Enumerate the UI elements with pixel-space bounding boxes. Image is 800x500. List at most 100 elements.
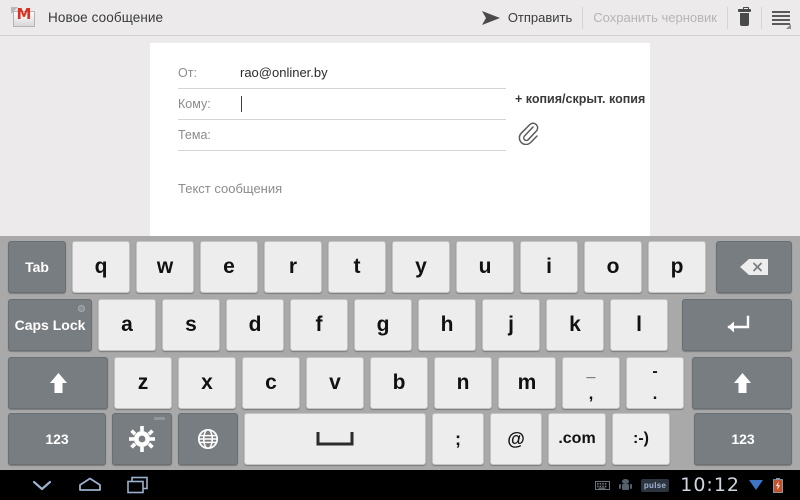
key-m[interactable]: m	[498, 357, 556, 409]
key-u[interactable]: u	[456, 241, 514, 293]
key-123[interactable]: 123	[8, 413, 106, 465]
key-v[interactable]: v	[306, 357, 364, 409]
key-com[interactable]: .com	[548, 413, 606, 465]
action-bar-actions: Отправить Сохранить черновик	[471, 0, 800, 36]
tablet-screen: M Новое сообщение Отправить Сохранить че…	[0, 0, 800, 500]
key-123[interactable]: 123	[694, 413, 792, 465]
nav-button-group	[18, 470, 162, 500]
key-shift[interactable]	[8, 357, 108, 409]
recents-icon	[127, 476, 148, 494]
key-y[interactable]: y	[392, 241, 450, 293]
send-icon	[481, 10, 500, 25]
save-draft-button[interactable]: Сохранить черновик	[583, 0, 727, 36]
key-z[interactable]: z	[114, 357, 172, 409]
key-dual-labels: -.	[652, 363, 658, 403]
key-label: r	[288, 255, 298, 278]
key-s[interactable]: s	[162, 299, 220, 351]
home-button[interactable]	[66, 470, 114, 500]
body-placeholder[interactable]: Текст сообщения	[178, 181, 282, 196]
home-icon	[79, 477, 101, 491]
gmail-m-glyph: M	[16, 4, 32, 23]
key-label: g	[376, 313, 390, 336]
key-[interactable]: ;	[432, 413, 484, 465]
key-o[interactable]: o	[584, 241, 642, 293]
to-label: Кому:	[178, 96, 211, 111]
key-label: p	[670, 255, 684, 278]
key-w[interactable]: w	[136, 241, 194, 293]
key-t[interactable]: t	[328, 241, 386, 293]
key-x[interactable]: x	[178, 357, 236, 409]
key-gear[interactable]	[112, 413, 172, 465]
key-label: q	[94, 255, 108, 278]
key-space[interactable]	[244, 413, 426, 465]
discard-button[interactable]	[728, 0, 761, 36]
key-h[interactable]: h	[418, 299, 476, 351]
key-[interactable]: :-)	[612, 413, 670, 465]
key-p[interactable]: p	[648, 241, 706, 293]
key-label: l	[636, 313, 642, 336]
from-value: rao@onliner.by	[240, 65, 328, 80]
key-[interactable]: @	[490, 413, 542, 465]
key-lower-label: ,	[588, 384, 594, 403]
subject-field-row[interactable]: Тема:	[178, 119, 506, 151]
key-label: 123	[731, 431, 755, 447]
to-field-row[interactable]: Кому:	[178, 88, 506, 120]
key-label: f	[315, 313, 323, 336]
from-label: От:	[178, 65, 197, 80]
key-c[interactable]: c	[242, 357, 300, 409]
action-bar: M Новое сообщение Отправить Сохранить че…	[0, 0, 800, 36]
key-label: c	[265, 371, 277, 394]
compose-card: От: rao@onliner.by Кому: Тема: + копия/с…	[150, 43, 650, 236]
key-upper-label: _	[586, 363, 596, 380]
key-shift[interactable]	[692, 357, 792, 409]
key-label: a	[121, 313, 133, 336]
key-label: 123	[45, 431, 69, 447]
key-n[interactable]: n	[434, 357, 492, 409]
key-[interactable]: -.	[626, 357, 684, 409]
key-i[interactable]: i	[520, 241, 578, 293]
key-enter[interactable]	[682, 299, 792, 351]
key-tab[interactable]: Tab	[8, 241, 66, 293]
back-button[interactable]	[18, 470, 66, 500]
key-label: y	[415, 255, 427, 278]
key-d[interactable]: d	[226, 299, 284, 351]
key-j[interactable]: j	[482, 299, 540, 351]
key-label: z	[137, 371, 149, 394]
overflow-menu-button[interactable]	[762, 0, 800, 36]
status-icon-group[interactable]: pulse 10:12	[594, 474, 792, 496]
send-button[interactable]: Отправить	[471, 0, 582, 36]
key-g[interactable]: g	[354, 299, 412, 351]
key-upper-label: -	[652, 363, 658, 380]
key-e[interactable]: e	[200, 241, 258, 293]
key-backspace[interactable]	[716, 241, 792, 293]
key-label: @	[507, 428, 525, 449]
key-a[interactable]: a	[98, 299, 156, 351]
key-f[interactable]: f	[290, 299, 348, 351]
key-label: n	[456, 371, 470, 394]
key-b[interactable]: b	[370, 357, 428, 409]
clock: 10:12	[680, 474, 740, 496]
key-dual-labels: _,	[586, 363, 596, 403]
key-label: j	[508, 313, 514, 336]
key-k[interactable]: k	[546, 299, 604, 351]
keyboard-row-2: Caps Lock a s d f g h j k l	[0, 299, 800, 351]
key-globe[interactable]	[178, 413, 238, 465]
key-label: t	[353, 255, 361, 278]
cc-bcc-link[interactable]: + копия/скрыт. копия	[515, 92, 645, 106]
key-[interactable]: _,	[562, 357, 620, 409]
trash-icon	[738, 7, 751, 26]
enter-icon	[727, 315, 750, 333]
from-field-row[interactable]: От: rao@onliner.by	[178, 57, 506, 89]
key-l[interactable]: l	[610, 299, 668, 351]
key-r[interactable]: r	[264, 241, 322, 293]
key-label: i	[546, 255, 552, 278]
recents-button[interactable]	[114, 470, 162, 500]
key-label: h	[440, 313, 454, 336]
keyboard-row-4: 123; @ .com:-) 123	[0, 413, 800, 465]
key-label: u	[478, 255, 492, 278]
key-label: Caps Lock	[14, 317, 86, 333]
shift-icon	[733, 373, 751, 393]
key-q[interactable]: q	[72, 241, 130, 293]
key-caps-lock[interactable]: Caps Lock	[8, 299, 92, 351]
paperclip-icon[interactable]	[517, 121, 539, 145]
